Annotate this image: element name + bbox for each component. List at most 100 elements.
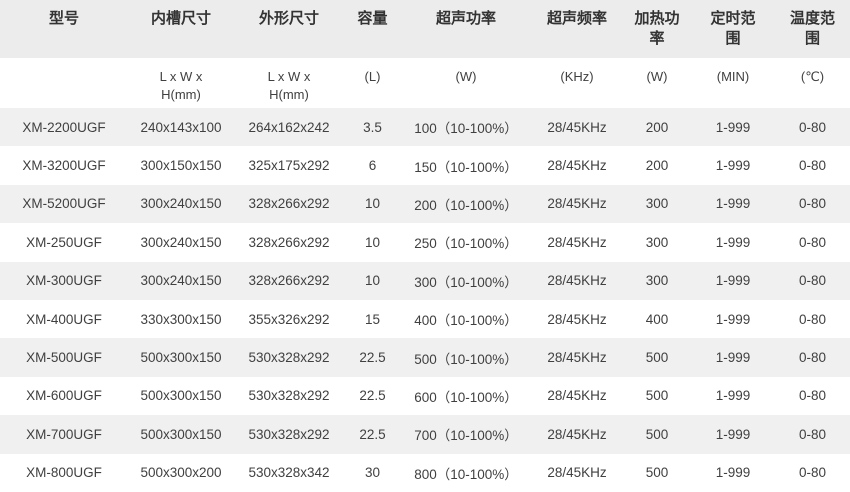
table-row: XM-600UGF500x300x150530x328x29222.5600（1…: [0, 377, 850, 415]
table-cell: 328x266x292: [234, 185, 344, 223]
table-cell: 500（10-100%）: [401, 338, 531, 376]
table-cell: 0-80: [775, 146, 850, 184]
column-unit: (℃): [775, 58, 850, 108]
column-unit: L x W x H(mm): [128, 58, 234, 108]
table-cell: 500: [623, 338, 691, 376]
table-row: XM-300UGF300x240x150328x266x29210300（10-…: [0, 262, 850, 300]
column-unit: [0, 58, 128, 108]
table-body: XM-2200UGF240x143x100264x162x2423.5100（1…: [0, 108, 850, 492]
column-header: 超声频率: [531, 0, 623, 58]
table-row: XM-250UGF300x240x150328x266x29210250（10-…: [0, 223, 850, 261]
table-cell: 328x266x292: [234, 223, 344, 261]
column-unit: (KHz): [531, 58, 623, 108]
table-cell: 0-80: [775, 262, 850, 300]
column-unit: (MIN): [691, 58, 775, 108]
table-cell: 600（10-100%）: [401, 377, 531, 415]
product-spec-table-section: 型号内槽尺寸外形尺寸容量超声功率超声频率加热功 率定时范 围温度范 围 L x …: [0, 0, 850, 492]
table-cell: 500x300x150: [128, 377, 234, 415]
table-cell: 700（10-100%）: [401, 415, 531, 453]
table-row: XM-3200UGF300x150x150325x175x2926150（10-…: [0, 146, 850, 184]
table-cell: 0-80: [775, 108, 850, 146]
table-cell: 10: [344, 223, 401, 261]
table-cell: 800（10-100%）: [401, 454, 531, 492]
column-unit: (L): [344, 58, 401, 108]
table-cell: 28/45KHz: [531, 108, 623, 146]
table-cell: 28/45KHz: [531, 338, 623, 376]
table-row: XM-2200UGF240x143x100264x162x2423.5100（1…: [0, 108, 850, 146]
table-cell: 28/45KHz: [531, 223, 623, 261]
product-spec-table: 型号内槽尺寸外形尺寸容量超声功率超声频率加热功 率定时范 围温度范 围 L x …: [0, 0, 850, 492]
table-cell: 1-999: [691, 454, 775, 492]
header-row: 型号内槽尺寸外形尺寸容量超声功率超声频率加热功 率定时范 围温度范 围: [0, 0, 850, 58]
table-cell: 500x300x150: [128, 338, 234, 376]
model-cell: XM-5200UGF: [0, 185, 128, 223]
table-cell: 28/45KHz: [531, 454, 623, 492]
model-cell: XM-3200UGF: [0, 146, 128, 184]
table-cell: 10: [344, 185, 401, 223]
table-cell: 200: [623, 146, 691, 184]
table-cell: 28/45KHz: [531, 262, 623, 300]
table-cell: 300x240x150: [128, 262, 234, 300]
model-cell: XM-2200UGF: [0, 108, 128, 146]
column-header: 加热功 率: [623, 0, 691, 58]
table-cell: 0-80: [775, 223, 850, 261]
table-row: XM-5200UGF300x240x150328x266x29210200（10…: [0, 185, 850, 223]
table-cell: 264x162x242: [234, 108, 344, 146]
units-row: L x W x H(mm)L x W x H(mm)(L)(W)(KHz)(W)…: [0, 58, 850, 108]
column-header: 容量: [344, 0, 401, 58]
table-cell: 6: [344, 146, 401, 184]
table-cell: 22.5: [344, 415, 401, 453]
table-cell: 500x300x150: [128, 415, 234, 453]
table-cell: 1-999: [691, 300, 775, 338]
table-cell: 250（10-100%）: [401, 223, 531, 261]
column-header: 定时范 围: [691, 0, 775, 58]
column-header: 超声功率: [401, 0, 531, 58]
model-cell: XM-300UGF: [0, 262, 128, 300]
table-cell: 22.5: [344, 377, 401, 415]
model-cell: XM-500UGF: [0, 338, 128, 376]
table-row: XM-700UGF500x300x150530x328x29222.5700（1…: [0, 415, 850, 453]
table-cell: 1-999: [691, 377, 775, 415]
column-unit: (W): [623, 58, 691, 108]
table-cell: 500: [623, 377, 691, 415]
table-cell: 300x240x150: [128, 223, 234, 261]
table-cell: 500: [623, 454, 691, 492]
table-cell: 28/45KHz: [531, 415, 623, 453]
table-cell: 1-999: [691, 415, 775, 453]
table-cell: 530x328x342: [234, 454, 344, 492]
table-cell: 1-999: [691, 185, 775, 223]
table-cell: 530x328x292: [234, 377, 344, 415]
table-cell: 30: [344, 454, 401, 492]
table-cell: 400（10-100%）: [401, 300, 531, 338]
table-cell: 400: [623, 300, 691, 338]
table-cell: 530x328x292: [234, 338, 344, 376]
table-cell: 22.5: [344, 338, 401, 376]
table-row: XM-800UGF500x300x200530x328x34230800（10-…: [0, 454, 850, 492]
table-cell: 1-999: [691, 262, 775, 300]
table-cell: 300x150x150: [128, 146, 234, 184]
table-cell: 28/45KHz: [531, 300, 623, 338]
table-row: XM-500UGF500x300x150530x328x29222.5500（1…: [0, 338, 850, 376]
table-cell: 300x240x150: [128, 185, 234, 223]
table-cell: 0-80: [775, 338, 850, 376]
model-cell: XM-700UGF: [0, 415, 128, 453]
column-header: 型号: [0, 0, 128, 58]
table-cell: 355x326x292: [234, 300, 344, 338]
column-header: 外形尺寸: [234, 0, 344, 58]
table-cell: 0-80: [775, 454, 850, 492]
table-cell: 500: [623, 415, 691, 453]
table-cell: 100（10-100%）: [401, 108, 531, 146]
table-cell: 300: [623, 223, 691, 261]
table-cell: 328x266x292: [234, 262, 344, 300]
table-cell: 0-80: [775, 185, 850, 223]
table-cell: 15: [344, 300, 401, 338]
column-header: 温度范 围: [775, 0, 850, 58]
column-unit: (W): [401, 58, 531, 108]
table-cell: 3.5: [344, 108, 401, 146]
column-unit: L x W x H(mm): [234, 58, 344, 108]
table-cell: 28/45KHz: [531, 377, 623, 415]
table-cell: 1-999: [691, 223, 775, 261]
table-cell: 1-999: [691, 146, 775, 184]
table-cell: 28/45KHz: [531, 185, 623, 223]
table-cell: 1-999: [691, 338, 775, 376]
